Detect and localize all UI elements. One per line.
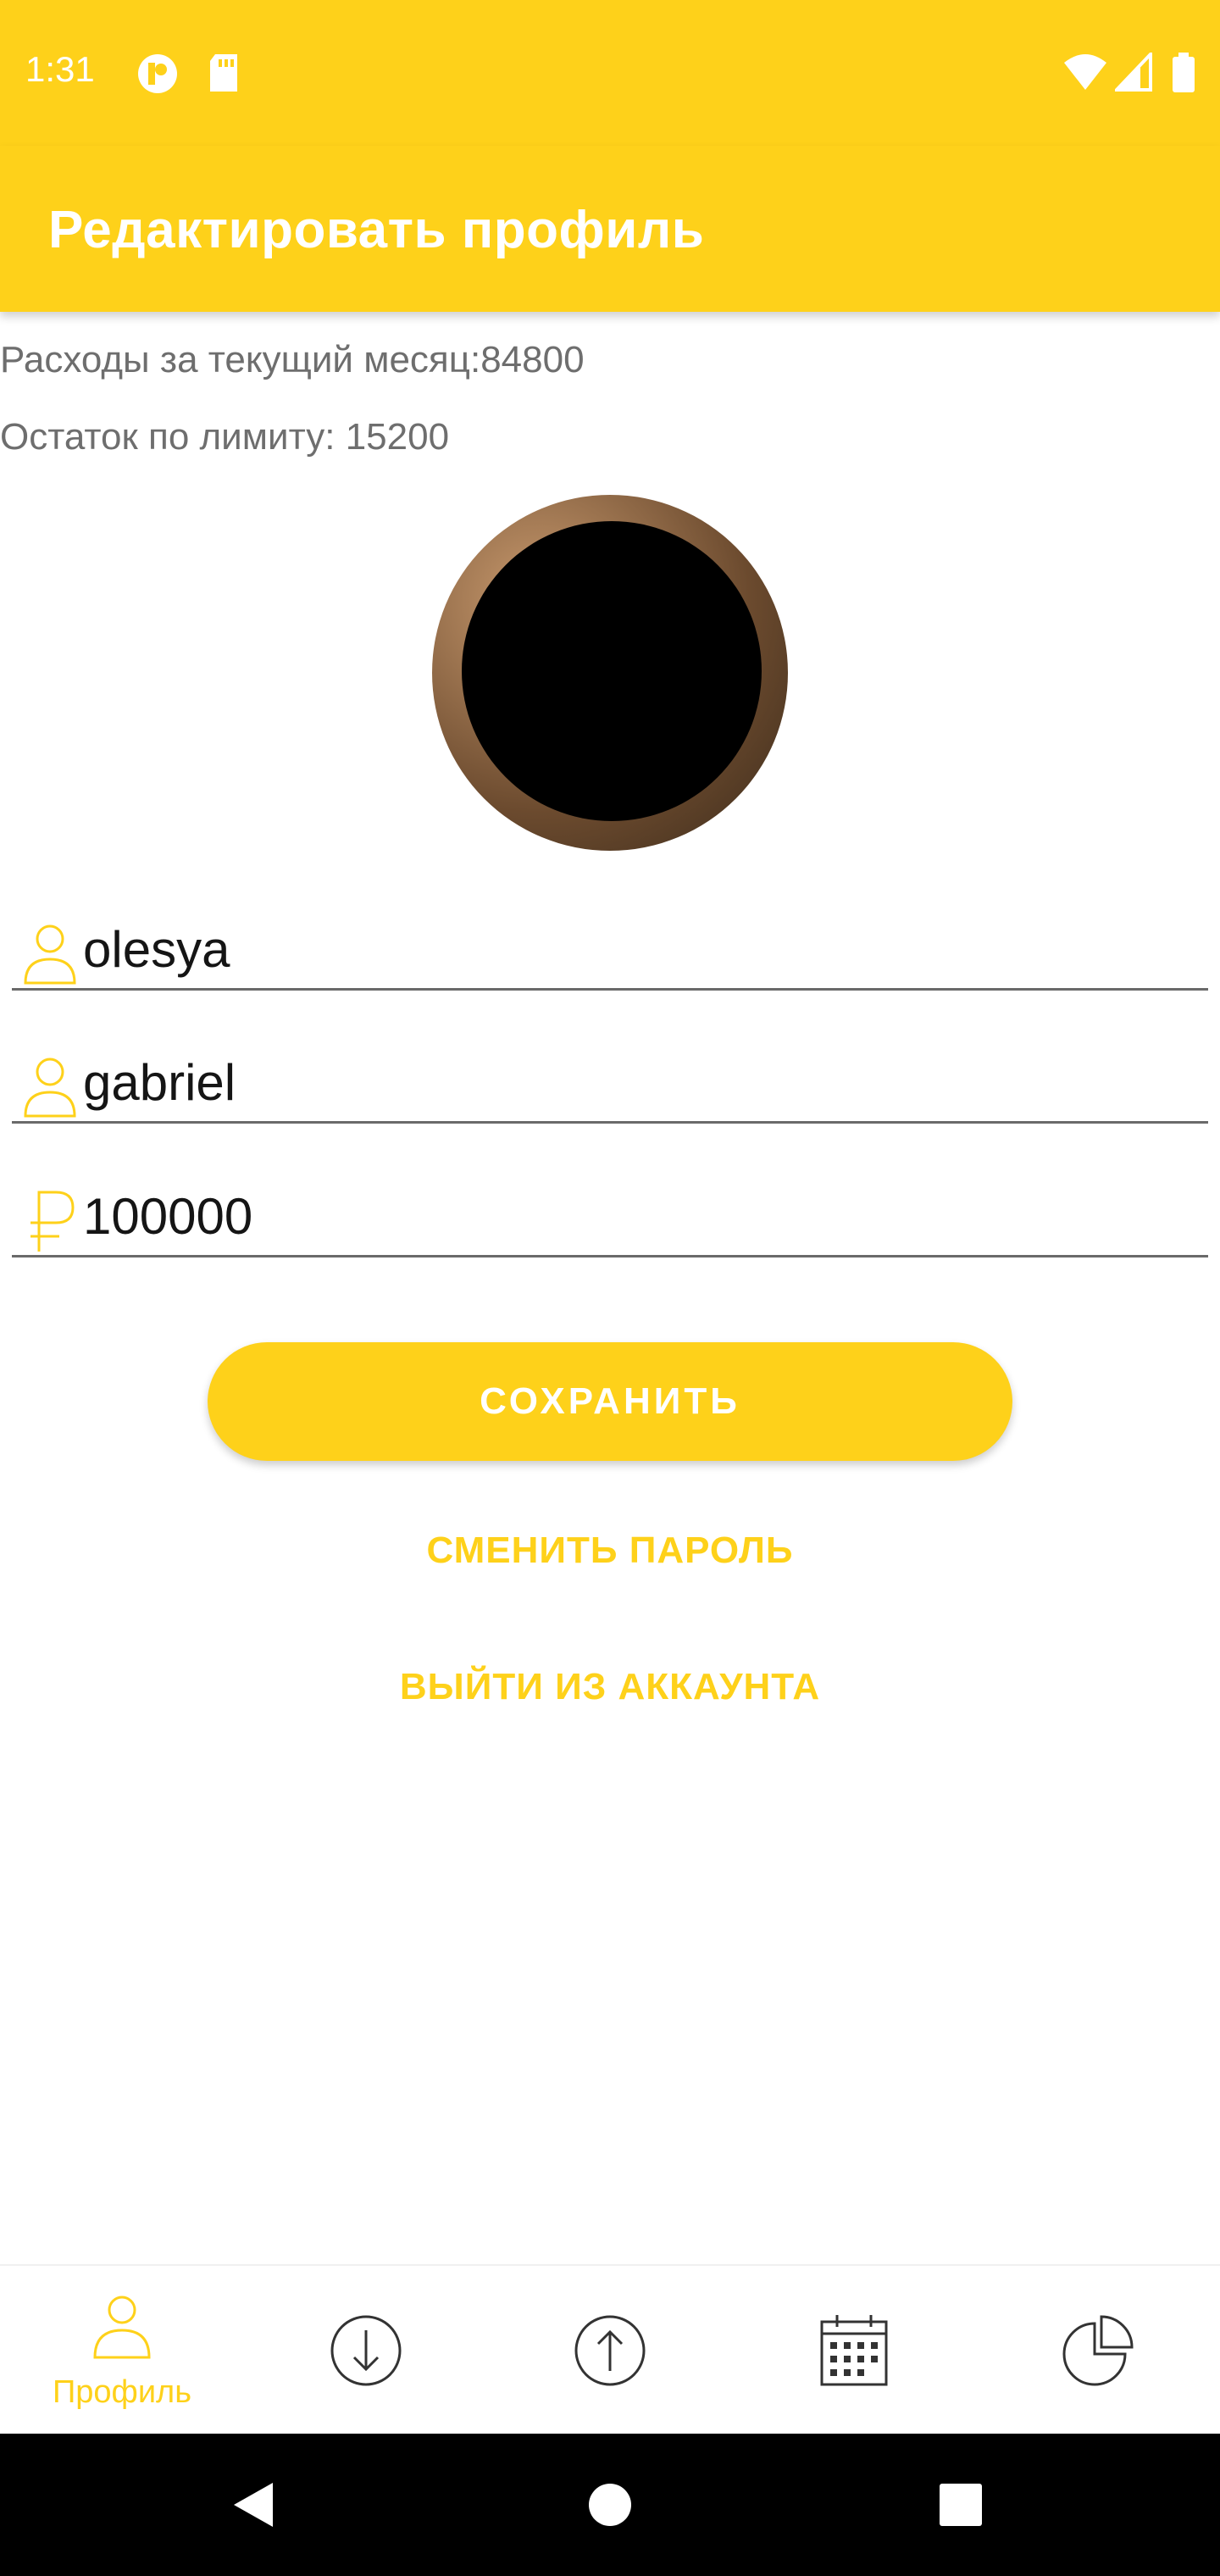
battery-icon: [1173, 53, 1195, 92]
person-icon: [24, 924, 76, 985]
ruble-icon: [30, 1191, 75, 1252]
app-bar: Редактировать профиль: [0, 146, 1220, 312]
back-icon[interactable]: [230, 2479, 276, 2530]
bottom-navigation: Профиль: [0, 2264, 1220, 2435]
monthly-expenses-value: 84800: [480, 339, 585, 380]
nav-item-profile[interactable]: Профиль: [0, 2266, 244, 2435]
page-title: Редактировать профиль: [48, 201, 705, 259]
recents-icon[interactable]: [939, 2483, 983, 2527]
arrow-up-circle-icon: [574, 2315, 646, 2386]
home-icon[interactable]: [588, 2483, 632, 2527]
status-time: 1:31: [25, 49, 95, 89]
sd-card-icon: [210, 54, 237, 92]
limit-field[interactable]: 100000: [12, 1177, 1208, 1257]
nav-label-profile: Профиль: [52, 2374, 192, 2410]
logout-button[interactable]: ВЫЙТИ ИЗ АККАУНТА: [0, 1666, 1220, 1708]
last-name-field[interactable]: gabriel: [12, 1043, 1208, 1124]
nav-item-income[interactable]: [244, 2266, 488, 2435]
avatar[interactable]: [432, 495, 788, 851]
nav-item-statistics[interactable]: [976, 2266, 1220, 2435]
pie-chart-icon: [1062, 2315, 1134, 2386]
calendar-icon: [820, 2315, 888, 2386]
arrow-down-circle-icon: [330, 2315, 402, 2386]
limit-remaining-value: 15200: [345, 416, 450, 458]
app-notification-icon: [138, 54, 177, 93]
first-name-field[interactable]: olesya: [12, 910, 1208, 991]
signal-icon: [1115, 53, 1152, 92]
last-name-value[interactable]: gabriel: [83, 1053, 236, 1112]
limit-value[interactable]: 100000: [83, 1187, 252, 1246]
monthly-expenses-label: Расходы за текущий месяц:: [0, 339, 481, 380]
limit-remaining: Остаток по лимиту: 15200: [0, 416, 449, 458]
avatar-redaction: [462, 521, 762, 821]
person-icon: [93, 2296, 151, 2359]
status-bar: 1:31: [0, 0, 1220, 146]
save-button[interactable]: СОХРАНИТЬ: [208, 1342, 1012, 1461]
person-icon: [24, 1058, 76, 1118]
nav-item-calendar[interactable]: [732, 2266, 976, 2435]
first-name-value[interactable]: olesya: [83, 920, 230, 979]
monthly-expenses: Расходы за текущий месяц:84800: [0, 339, 585, 381]
system-navigation-bar: [0, 2434, 1220, 2576]
limit-remaining-label: Остаток по лимиту:: [0, 416, 336, 458]
nav-item-expenses[interactable]: [488, 2266, 732, 2435]
change-password-button[interactable]: СМЕНИТЬ ПАРОЛЬ: [0, 1530, 1220, 1572]
wifi-icon: [1064, 54, 1106, 90]
